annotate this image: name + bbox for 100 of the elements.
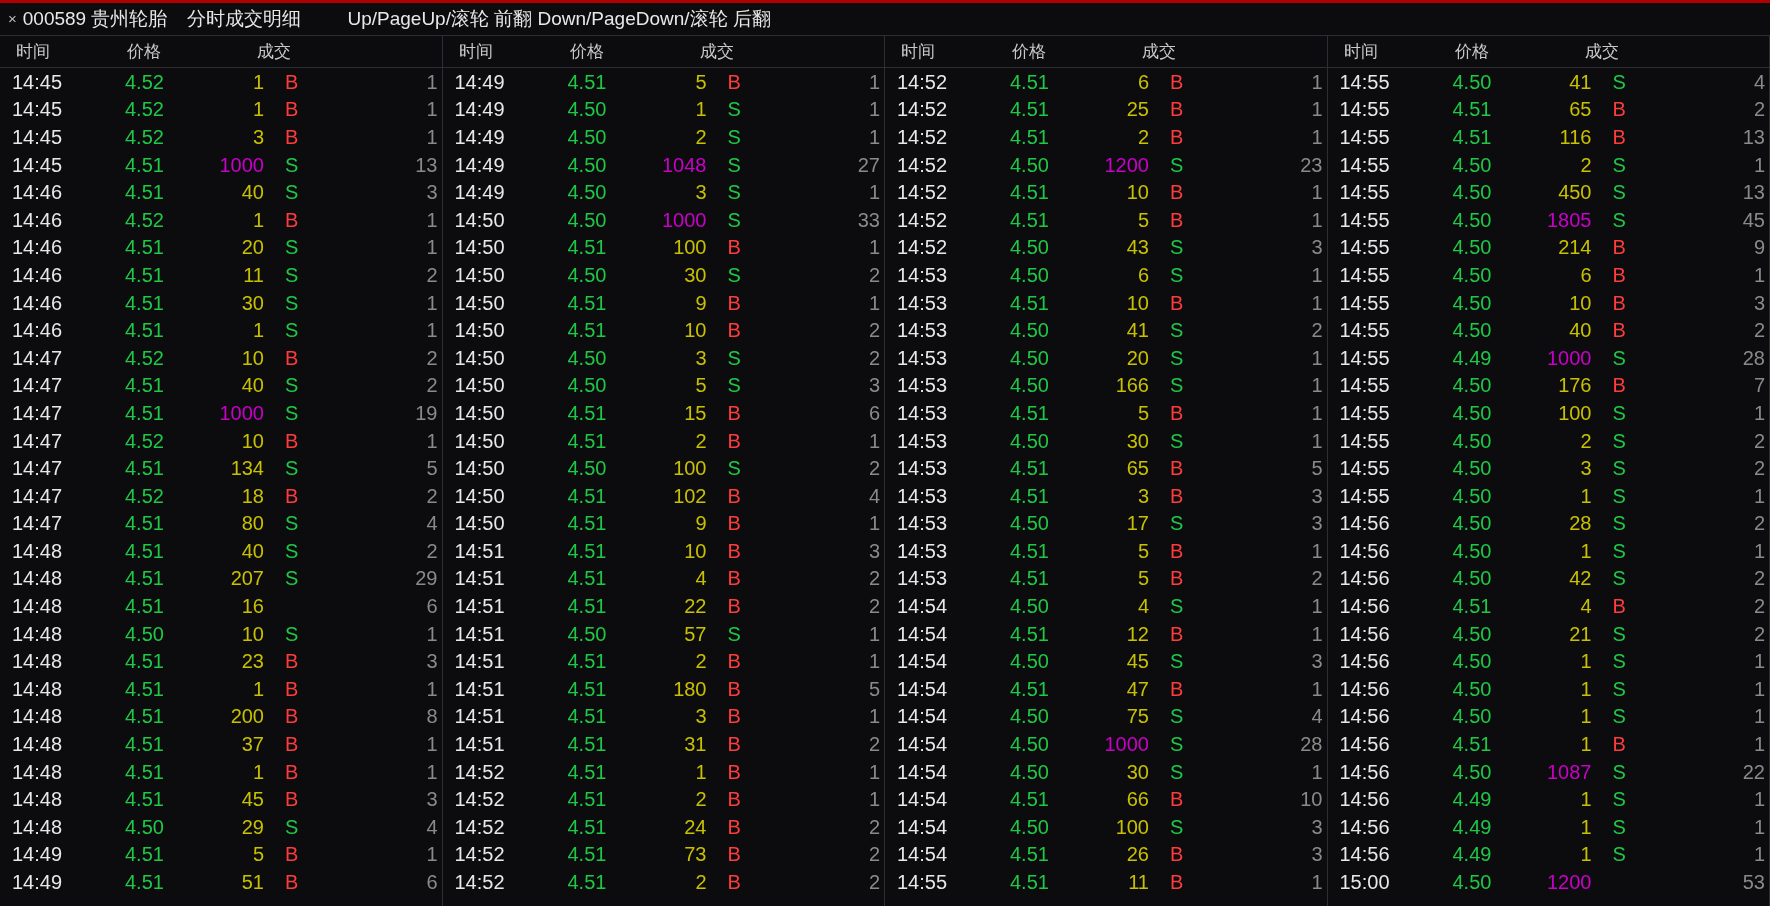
price-cell-text: 4.52	[125, 99, 165, 120]
time-cell-text: 14:54	[896, 706, 949, 727]
price-cell-text: 4.50	[1010, 596, 1050, 617]
volume-cell-text: 37	[240, 734, 264, 755]
count-cell-text: 2	[425, 264, 439, 285]
count-cell-text: 1	[1310, 292, 1324, 313]
volume-cell-text: 45	[1125, 651, 1149, 672]
count-cell-text: 28	[1741, 347, 1766, 368]
volume-cell-text: 1	[1579, 706, 1592, 727]
side-cell: S	[1612, 677, 1626, 700]
count-cell-text: 13	[1741, 127, 1766, 147]
count-cell-text: 3	[425, 651, 439, 672]
count-cell-text: 4	[1310, 706, 1324, 727]
side-cell: B	[285, 843, 299, 866]
side-cell: S	[1170, 319, 1184, 342]
column-header: 时间	[15, 40, 51, 63]
volume-cell-text: 1087	[1546, 761, 1592, 782]
time-cell-text: 14:55	[1338, 292, 1391, 313]
time-cell-text: 14:47	[11, 485, 64, 506]
side-cell: B	[1170, 457, 1184, 480]
side-cell: B	[727, 871, 741, 893]
volume-cell-text: 2	[694, 127, 707, 147]
time-cell-text: 14:53	[896, 568, 949, 589]
side-cell: S	[285, 512, 299, 535]
side-cell: S	[1170, 236, 1184, 259]
price-cell-text: 4.50	[1452, 458, 1493, 479]
count-cell-text: 7	[1752, 375, 1766, 396]
side-cell: S	[1612, 208, 1626, 231]
side-cell: S	[285, 181, 299, 204]
price-cell-text: 4.51	[567, 816, 608, 837]
price-cell-text: 4.51	[1010, 872, 1050, 892]
count-cell-text: 2	[867, 816, 881, 837]
volume-cell-text: 28	[1568, 513, 1592, 534]
time-cell-text: 14:48	[11, 734, 64, 755]
count-cell-text: 13	[414, 154, 439, 175]
count-cell-text: 53	[1741, 872, 1766, 892]
time-cell-text: 14:51	[453, 568, 506, 589]
side-cell: S	[727, 98, 741, 121]
price-cell-text: 4.50	[1010, 816, 1050, 837]
side-cell: B	[727, 319, 741, 342]
count-cell-text: 1	[1310, 99, 1324, 120]
price-cell-text: 4.51	[1010, 209, 1050, 230]
price-cell-text: 4.51	[125, 540, 165, 561]
price-cell-text: 4.51	[125, 513, 165, 534]
price-cell-text: 4.50	[567, 623, 608, 644]
time-cell-text: 14:48	[11, 789, 64, 810]
count-cell-text: 1	[425, 99, 439, 120]
volume-cell-text: 2	[694, 651, 707, 672]
time-cell-text: 14:47	[11, 513, 64, 534]
side-cell: S	[1612, 70, 1626, 93]
price-cell-text: 4.51	[125, 375, 165, 396]
count-cell-text: 1	[425, 623, 439, 644]
volume-cell-text: 9	[694, 513, 707, 534]
volume-cell-text: 100	[672, 237, 707, 258]
count-cell-text: 1	[1310, 375, 1324, 396]
price-cell-text: 4.51	[1010, 844, 1050, 865]
volume-cell-text: 1	[251, 209, 264, 230]
side-cell: S	[285, 236, 299, 259]
price-cell-text: 4.50	[1010, 734, 1050, 755]
price-cell-text: 4.51	[567, 513, 608, 534]
side-cell: S	[727, 263, 741, 286]
volume-cell-text: 21	[1568, 623, 1592, 644]
time-cell-text: 14:54	[896, 761, 949, 782]
count-cell-text: 45	[1741, 209, 1766, 230]
side-cell: B	[1170, 126, 1184, 148]
count-cell-text: 1	[425, 430, 439, 451]
count-cell-text: 3	[1310, 237, 1324, 258]
side-cell: B	[1170, 181, 1184, 204]
volume-cell-text: 200	[229, 706, 264, 727]
price-cell-text: 4.51	[125, 402, 165, 423]
volume-cell-text: 30	[1125, 430, 1149, 451]
close-button[interactable]: ×	[8, 7, 17, 31]
count-cell-text: 1	[1752, 154, 1766, 175]
time-cell-text: 14:52	[453, 789, 506, 810]
price-cell-text: 4.50	[1010, 237, 1050, 258]
count-cell-text: 1	[1752, 540, 1766, 561]
count-cell-text: 2	[425, 375, 439, 396]
side-cell: B	[1170, 484, 1184, 507]
count-cell-text: 1	[1310, 761, 1324, 782]
time-cell-text: 14:54	[896, 678, 949, 699]
price-cell-text: 4.51	[567, 789, 608, 810]
count-cell-text: 3	[1310, 513, 1324, 534]
side-cell: S	[1170, 153, 1184, 176]
price-cell-text: 4.50	[567, 264, 608, 285]
side-cell: B	[285, 70, 299, 93]
count-cell-text: 28	[1299, 734, 1324, 755]
count-cell-text: 1	[867, 623, 881, 644]
count-cell-text: 29	[414, 568, 439, 589]
time-cell-text: 14:50	[453, 347, 506, 368]
price-cell-text: 4.51	[1010, 789, 1050, 810]
column-header: 价格	[1011, 40, 1047, 63]
price-cell-text: 4.50	[567, 209, 608, 230]
time-cell-text: 14:50	[453, 485, 506, 506]
side-cell: S	[285, 815, 299, 838]
price-cell-text: 4.51	[1010, 623, 1050, 644]
volume-cell-text: 30	[1125, 761, 1149, 782]
count-cell-text: 1	[867, 513, 881, 534]
side-cell: B	[285, 733, 299, 756]
time-cell-text: 14:52	[896, 182, 949, 203]
time-cell-text: 14:55	[1338, 209, 1391, 230]
